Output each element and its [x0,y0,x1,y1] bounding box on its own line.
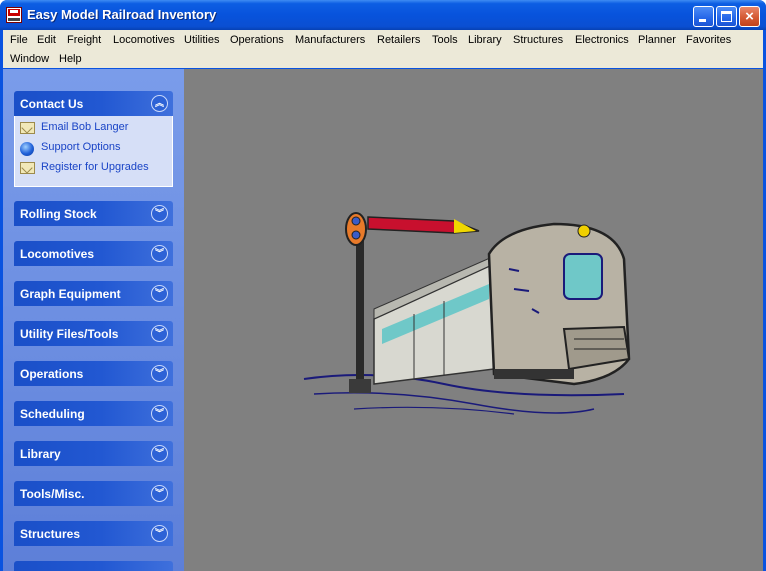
group-title: Structures [20,527,81,541]
group-title: Library [20,447,61,461]
window-title: Easy Model Railroad Inventory [27,7,217,22]
app-icon[interactable] [6,7,22,23]
expand-chevron-icon[interactable]: ︾ [151,485,168,502]
minimize-button[interactable] [693,6,714,27]
menu-locomotives[interactable]: Locomotives [113,32,175,48]
menu-planner[interactable]: Planner [638,32,676,48]
group-tools-misc[interactable]: Tools/Misc. ︾ [14,481,173,506]
group-title: Locomotives [20,247,95,261]
expand-chevron-icon[interactable]: ︾ [151,365,168,382]
collapse-chevron-icon[interactable]: ︽ [151,95,168,112]
close-button[interactable]: × [739,6,760,27]
group-partial[interactable] [14,561,173,571]
menu-tools[interactable]: Tools [432,32,458,48]
train-illustration [303,212,631,415]
menu-library[interactable]: Library [468,32,502,48]
envelope-icon [20,122,35,134]
menu-structures[interactable]: Structures [513,32,563,48]
menu-operations[interactable]: Operations [230,32,284,48]
group-graph-equipment[interactable]: Graph Equipment ︾ [14,281,173,306]
menu-edit[interactable]: Edit [37,32,56,48]
globe-icon [20,142,34,156]
expand-chevron-icon[interactable]: ︾ [151,525,168,542]
menu-electronics[interactable]: Electronics [575,32,629,48]
group-title: Graph Equipment [20,287,121,301]
group-scheduling[interactable]: Scheduling ︾ [14,401,173,426]
expand-chevron-icon[interactable]: ︾ [151,245,168,262]
task-label[interactable]: Support Options [41,141,121,153]
menu-favorites[interactable]: Favorites [686,32,731,48]
app-window: Easy Model Railroad Inventory × File Edi… [0,0,766,571]
group-title-contact-us: Contact Us [20,97,84,111]
maximize-icon [721,11,732,22]
group-title: Tools/Misc. [20,487,85,501]
title-bar[interactable]: Easy Model Railroad Inventory × [0,0,766,30]
group-title: Rolling Stock [20,207,97,221]
group-locomotives[interactable]: Locomotives ︾ [14,241,173,266]
menu-freight[interactable]: Freight [67,32,101,48]
group-rolling-stock[interactable]: Rolling Stock ︾ [14,201,173,226]
menu-retailers[interactable]: Retailers [377,32,420,48]
contact-us-body: Email Bob Langer Support Options Registe… [14,116,173,187]
group-contact-us[interactable]: Contact Us ︽ [14,91,173,116]
expand-chevron-icon[interactable]: ︾ [151,285,168,302]
expand-chevron-icon[interactable]: ︾ [151,205,168,222]
expand-chevron-icon[interactable]: ︾ [151,325,168,342]
group-title: Scheduling [20,407,85,421]
task-pane[interactable]: Contact Us ︽ Email Bob Langer Support Op… [3,69,184,571]
maximize-button[interactable] [716,6,737,27]
envelope-icon [20,162,35,174]
expand-chevron-icon[interactable]: ︾ [151,405,168,422]
close-icon: × [745,8,754,25]
group-operations[interactable]: Operations ︾ [14,361,173,386]
expand-chevron-icon[interactable]: ︾ [151,445,168,462]
task-label[interactable]: Register for Upgrades [41,161,149,173]
group-title: Utility Files/Tools [20,327,119,341]
task-label[interactable]: Email Bob Langer [41,121,128,133]
group-utility-files-tools[interactable]: Utility Files/Tools ︾ [14,321,173,346]
menu-manufacturers[interactable]: Manufacturers [295,32,365,48]
group-library[interactable]: Library ︾ [14,441,173,466]
group-title: Operations [20,367,84,381]
menu-bar: File Edit Freight Locomotives Utilities … [3,30,763,68]
mdi-client-area[interactable] [184,69,763,571]
menu-help[interactable]: Help [59,51,82,67]
group-structures[interactable]: Structures ︾ [14,521,173,546]
menu-utilities[interactable]: Utilities [184,32,219,48]
minimize-icon [699,19,706,22]
menu-window[interactable]: Window [10,51,49,67]
menu-file[interactable]: File [10,32,28,48]
